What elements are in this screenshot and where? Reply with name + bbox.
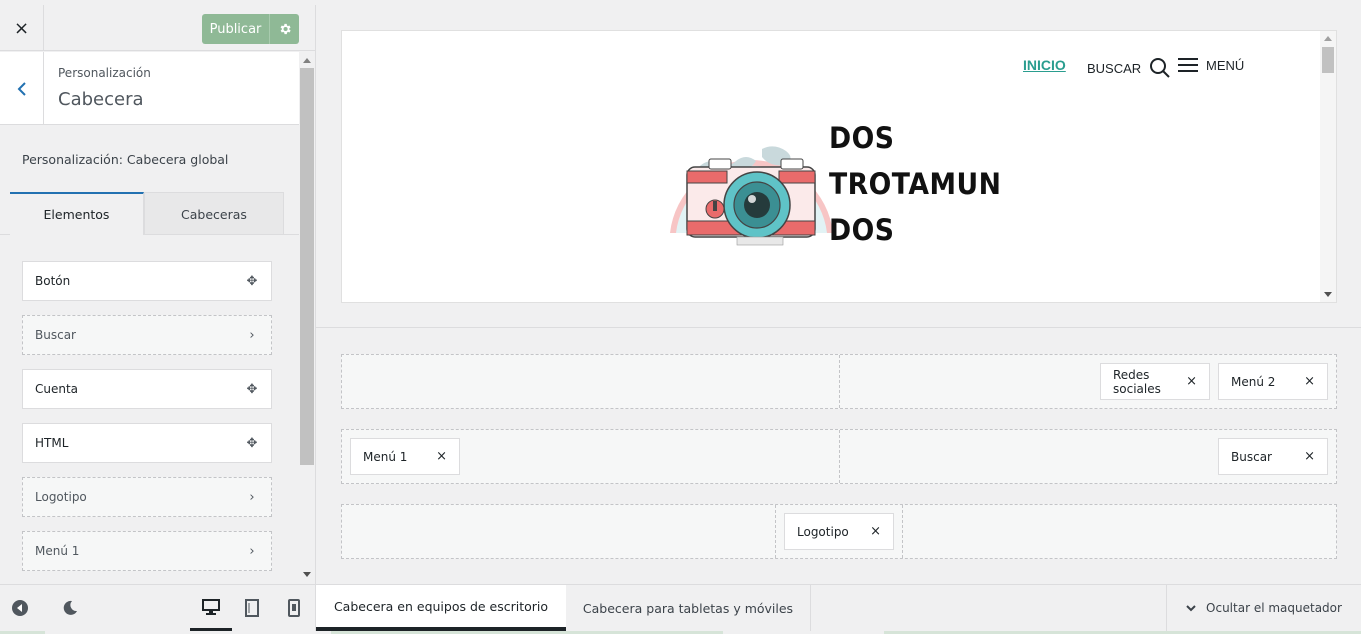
- scroll-thumb[interactable]: [1322, 47, 1334, 73]
- sidebar-scrollbar[interactable]: [299, 52, 315, 584]
- logo-line: DOS: [829, 121, 895, 155]
- customizer-sidebar: × Publicar Personalización Cabecera Pers…: [0, 5, 316, 584]
- site-logo[interactable]: DOS TROTAMUN DOS: [667, 109, 1001, 249]
- chevron-left-icon: [17, 81, 26, 96]
- sidebar-tabs: Elementos Cabeceras: [10, 192, 286, 235]
- nav-menu-toggle[interactable]: MENÚ: [1178, 57, 1244, 73]
- element-item-boton[interactable]: Botón ✥: [22, 261, 272, 301]
- dark-mode-button[interactable]: [50, 585, 90, 631]
- tab-elementos[interactable]: Elementos: [10, 192, 144, 235]
- bottom-bar: Cabecera en equipos de escritorio Cabece…: [0, 584, 1361, 634]
- device-desktop-button[interactable]: [190, 585, 232, 631]
- builder-item-label: Buscar: [1231, 449, 1272, 464]
- move-icon[interactable]: ✥: [245, 274, 259, 289]
- tablet-icon: [245, 599, 259, 617]
- element-item-menu-1[interactable]: Menú 1 ›: [22, 531, 272, 571]
- builder-item-menu-2[interactable]: Menú 2 ×: [1218, 363, 1328, 400]
- close-button[interactable]: ×: [0, 5, 44, 51]
- builder-item-redes-sociales[interactable]: Redes sociales ×: [1100, 363, 1210, 400]
- builder-item-label: Redes sociales: [1113, 367, 1161, 396]
- publish-group: Publicar: [202, 14, 299, 44]
- remove-icon[interactable]: ×: [1304, 374, 1315, 389]
- close-icon: ×: [13, 17, 30, 39]
- mobile-icon: [288, 599, 300, 617]
- tab-desktop-header[interactable]: Cabecera en equipos de escritorio: [316, 585, 566, 631]
- element-item-logotipo[interactable]: Logotipo ›: [22, 477, 272, 517]
- camera-logo-icon: [670, 146, 833, 246]
- remove-icon[interactable]: ×: [1304, 449, 1315, 464]
- preview-scrollbar[interactable]: [1320, 31, 1336, 302]
- row-column-divider: [839, 430, 840, 483]
- builder-item-menu-1[interactable]: Menú 1 ×: [350, 438, 460, 475]
- remove-icon[interactable]: ×: [436, 449, 447, 464]
- collapse-icon: [12, 600, 28, 616]
- tab-cabeceras[interactable]: Cabeceras: [144, 192, 284, 235]
- chevron-down-icon: [1186, 605, 1196, 612]
- nav-menu-label: MENÚ: [1206, 57, 1245, 73]
- remove-icon[interactable]: ×: [870, 524, 881, 539]
- hamburger-icon: [1178, 58, 1198, 72]
- move-icon[interactable]: ✥: [245, 382, 259, 397]
- site-preview: INICIO BUSCAR MENÚ DOS TROTAMUN DOS: [341, 30, 1337, 303]
- search-icon: [1150, 58, 1170, 78]
- scroll-down-arrow-icon[interactable]: [303, 572, 311, 577]
- builder-row-bottom[interactable]: Logotipo ×: [341, 504, 1337, 559]
- device-mobile-button[interactable]: [278, 585, 310, 631]
- publish-settings-button[interactable]: [269, 14, 299, 44]
- sidebar-header: × Publicar: [0, 5, 315, 51]
- element-item-cuenta[interactable]: Cuenta ✥: [22, 369, 272, 409]
- bottom-bar-controls: [0, 585, 316, 631]
- nav-search[interactable]: BUSCAR: [1087, 57, 1171, 79]
- back-button[interactable]: [0, 52, 44, 125]
- device-tablet-button[interactable]: [236, 585, 268, 631]
- panel-title: Cabecera: [58, 89, 144, 110]
- hide-builder-button[interactable]: Ocultar el maquetador: [1166, 585, 1361, 631]
- builder-item-label: Logotipo: [797, 524, 849, 539]
- hide-builder-label: Ocultar el maquetador: [1206, 601, 1342, 615]
- row-column-divider: [839, 355, 840, 408]
- builder-item-label: Menú 2: [1231, 374, 1276, 389]
- collapse-sidebar-button[interactable]: [0, 585, 40, 631]
- remove-icon[interactable]: ×: [1186, 374, 1197, 389]
- logo-line: DOS: [829, 213, 895, 247]
- builder-row-top[interactable]: Redes sociales × Menú 2 ×: [341, 354, 1337, 409]
- publish-button[interactable]: Publicar: [202, 14, 269, 44]
- scroll-thumb[interactable]: [300, 68, 314, 465]
- builder-item-buscar[interactable]: Buscar ×: [1218, 438, 1328, 475]
- element-label: Menú 1: [35, 544, 80, 558]
- element-label: Buscar: [35, 328, 76, 342]
- move-icon[interactable]: ✥: [245, 436, 259, 451]
- tab-mobile-header[interactable]: Cabecera para tabletas y móviles: [566, 585, 811, 631]
- chevron-right-icon: ›: [249, 327, 255, 343]
- element-label: Logotipo: [35, 490, 87, 504]
- desktop-icon: [202, 598, 220, 615]
- section-title: Personalización: Cabecera global: [22, 152, 229, 167]
- scroll-down-arrow-icon[interactable]: [1324, 292, 1332, 297]
- builder-item-label: Menú 1: [363, 449, 408, 464]
- logo-text: DOS TROTAMUN DOS: [829, 115, 1001, 253]
- nav-link-inicio[interactable]: INICIO: [1023, 57, 1066, 73]
- builder-row-main[interactable]: Menú 1 × Buscar ×: [341, 429, 1337, 484]
- divider: [0, 234, 10, 235]
- scroll-up-arrow-icon[interactable]: [303, 58, 311, 63]
- element-item-html[interactable]: HTML ✥: [22, 423, 272, 463]
- element-label: Botón: [35, 274, 71, 288]
- divider: [143, 234, 299, 235]
- logo-line: TROTAMUN: [829, 167, 1002, 201]
- nav-search-label: BUSCAR: [1087, 60, 1142, 76]
- gear-icon: [280, 23, 291, 35]
- builder-item-logotipo[interactable]: Logotipo ×: [784, 513, 894, 550]
- scroll-up-arrow-icon[interactable]: [1324, 36, 1332, 41]
- chevron-right-icon: ›: [249, 489, 255, 505]
- preview-area: INICIO BUSCAR MENÚ DOS TROTAMUN DOS: [316, 5, 1361, 328]
- element-label: Cuenta: [35, 382, 79, 396]
- panel-title-block: Personalización Cabecera: [0, 52, 299, 125]
- chevron-right-icon: ›: [249, 543, 255, 559]
- moon-icon: [63, 600, 77, 615]
- element-item-buscar[interactable]: Buscar ›: [22, 315, 272, 355]
- breadcrumb: Personalización: [58, 66, 151, 80]
- element-label: HTML: [35, 436, 69, 450]
